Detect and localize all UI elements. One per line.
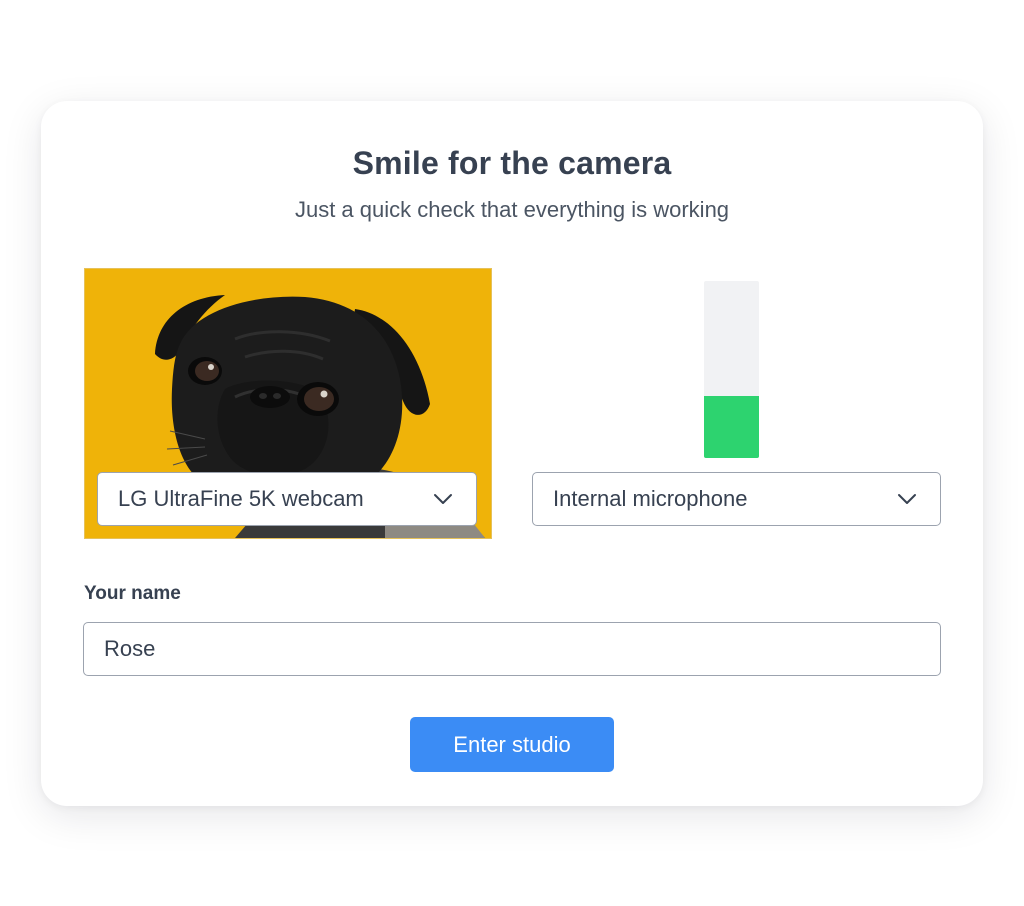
chevron-down-icon xyxy=(896,488,918,510)
camera-select[interactable]: LG UltraFine 5K webcam xyxy=(97,472,477,526)
microphone-level-meter xyxy=(704,281,759,458)
microphone-select[interactable]: Internal microphone xyxy=(532,472,941,526)
page-title: Smile for the camera xyxy=(352,145,672,181)
studio-setup-card: Smile for the camera Just a quick check … xyxy=(41,101,983,806)
page-subtitle: Just a quick check that everything is wo… xyxy=(294,197,730,222)
camera-select-value: LG UltraFine 5K webcam xyxy=(118,486,364,511)
name-label: Your name xyxy=(84,583,181,604)
name-input[interactable] xyxy=(83,622,941,676)
microphone-level-fill xyxy=(704,396,759,458)
microphone-select-value: Internal microphone xyxy=(553,486,748,511)
chevron-down-icon xyxy=(432,488,454,510)
enter-studio-button[interactable]: Enter studio xyxy=(410,717,614,772)
